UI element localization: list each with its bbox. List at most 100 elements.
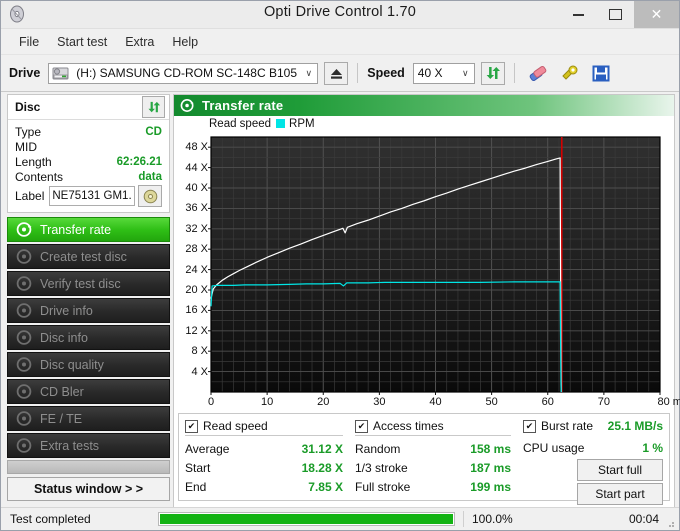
disc-refresh-button[interactable] <box>142 96 165 118</box>
value-random: 158 ms <box>470 441 511 456</box>
key-third-stroke: 1/3 stroke <box>355 460 408 475</box>
burst-rate-title: Burst rate <box>541 419 594 433</box>
disc-key-mid: MID <box>15 139 37 154</box>
results-panel: ✔ Read speed Average 31.12 X Start 18.28… <box>178 413 670 505</box>
y-axis-tick-label: 28 X <box>185 243 208 256</box>
disc-value-type: CD <box>145 125 162 138</box>
x-axis-tick-label: 20 <box>317 396 330 408</box>
sidebar-item-extra-tests[interactable]: Extra tests <box>7 433 170 458</box>
value-cpu-usage: 1 % <box>642 440 663 455</box>
disc-key-contents: Contents <box>15 169 64 184</box>
key-start: Start <box>185 460 211 475</box>
row-end: End 7.85 X <box>185 477 343 496</box>
legend-rpm: RPM <box>289 117 315 130</box>
menu-item-file[interactable]: File <box>10 32 48 52</box>
eraser-icon <box>529 65 547 81</box>
chart-legend: Read speed RPM <box>174 116 674 131</box>
section-header: Transfer rate <box>174 95 674 116</box>
sidebar-item-fe-te[interactable]: FE / TE <box>7 406 170 431</box>
disc-icon <box>16 383 33 400</box>
refresh-icon <box>486 66 500 79</box>
disc-icon <box>16 248 33 265</box>
row-third-stroke: 1/3 stroke 187 ms <box>355 458 511 477</box>
chevron-down-icon: ∨ <box>305 67 313 78</box>
drive-value: (H:) SAMSUNG CD-ROM SC-148C B105 <box>76 66 297 80</box>
start-part-button[interactable]: Start part <box>577 483 663 505</box>
close-button[interactable]: ✕ <box>634 1 679 28</box>
toolbar: Drive (H:) SAMSUNG CD-ROM SC-148C B105 ∨… <box>1 55 679 92</box>
status-bar: Test completed 100.0% 00:04 <box>1 507 679 530</box>
disc-label-row: Label NE75131 GM1. <box>15 185 162 207</box>
results-access-times: ✔ Access times Random 158 ms 1/3 stroke … <box>349 414 517 500</box>
value-start: 18.28 X <box>301 460 343 475</box>
sidebar-item-disc-info[interactable]: Disc info <box>7 325 170 350</box>
menu-item-start-test[interactable]: Start test <box>48 32 116 52</box>
disc-row-type: Type CD <box>15 124 162 139</box>
access-times-header: ✔ Access times <box>355 418 511 436</box>
disc-label-button[interactable] <box>138 185 162 207</box>
sidebar-item-verify-test-disc[interactable]: Verify test disc <box>7 271 170 296</box>
x-axis-tick-label: 70 <box>597 396 610 408</box>
disc-icon <box>180 98 195 113</box>
section-title: Transfer rate <box>202 98 284 113</box>
minimize-button[interactable] <box>560 1 597 28</box>
progress-bar-fill <box>160 514 453 524</box>
disc-label-input[interactable]: NE75131 GM1. <box>49 186 135 206</box>
sidebar-item-create-test-disc[interactable]: Create test disc <box>7 244 170 269</box>
disc-panel-header: Disc <box>8 95 169 120</box>
sidebar-item-label: Transfer rate <box>40 222 112 237</box>
burst-rate-header: ✔ Burst rate 25.1 MB/s <box>523 418 663 435</box>
disc-row-mid: MID <box>15 139 162 154</box>
read-speed-checkbox[interactable]: ✔ <box>185 419 198 433</box>
save-button[interactable] <box>588 62 614 85</box>
menu-item-help[interactable]: Help <box>163 32 207 52</box>
disc-icon <box>143 189 157 203</box>
sidebar-item-label: Verify test disc <box>40 276 121 291</box>
key-average: Average <box>185 441 230 456</box>
resize-grip-icon[interactable] <box>665 517 675 527</box>
start-full-button[interactable]: Start full <box>577 459 663 481</box>
status-window-button[interactable]: Status window > > <box>7 477 170 501</box>
sidebar-item-transfer-rate[interactable]: Transfer rate <box>7 217 170 242</box>
disc-icon <box>16 437 33 454</box>
x-axis-tick-label: 0 <box>207 396 215 408</box>
tools-icon <box>562 65 578 80</box>
window-buttons: ✕ <box>560 1 679 28</box>
value-full-stroke: 199 ms <box>470 479 511 494</box>
access-times-title: Access times <box>373 419 444 433</box>
progress-bar <box>158 512 455 526</box>
sidebar-item-cd-bler[interactable]: CD Bler <box>7 379 170 404</box>
disc-icon <box>16 329 33 346</box>
sidebar: Disc Type CD MID Length 62:26.21 Content… <box>7 94 170 511</box>
eject-button[interactable] <box>324 61 349 85</box>
y-axis-tick-label: 8 X <box>191 345 208 358</box>
sidebar-item-label: Extra tests <box>40 438 100 453</box>
erase-button[interactable] <box>524 62 550 85</box>
menu-item-extra[interactable]: Extra <box>116 32 163 52</box>
save-icon <box>592 65 610 81</box>
disc-panel-title: Disc <box>15 100 41 114</box>
drive-select[interactable]: (H:) SAMSUNG CD-ROM SC-148C B105 ∨ <box>48 62 319 84</box>
y-axis-tick-label: 48 X <box>185 141 208 154</box>
refresh-button[interactable] <box>480 61 505 85</box>
disc-row-contents: Contents data <box>15 169 162 184</box>
main-panel: Transfer rate Read speed RPM 4 X 8 X 12 X 1… <box>173 94 680 511</box>
tools-button[interactable] <box>556 62 582 85</box>
app-window: Opti Drive Control 1.70 ✕ File Start tes… <box>0 0 680 531</box>
x-axis-tick-label: 40 <box>429 396 442 408</box>
x-axis-tick-label: 50 <box>485 396 498 408</box>
sidebar-item-disc-quality[interactable]: Disc quality <box>7 352 170 377</box>
access-times-checkbox[interactable]: ✔ <box>355 419 368 433</box>
toolbar-separator-2 <box>513 63 515 83</box>
value-end: 7.85 X <box>308 479 343 494</box>
speed-select[interactable]: 40 X ∨ <box>412 62 475 84</box>
disc-icon <box>16 221 33 238</box>
refresh-icon <box>147 101 160 112</box>
disc-key-type: Type <box>15 124 42 139</box>
sidebar-item-label: FE / TE <box>40 411 83 426</box>
toolbar-separator-1 <box>357 63 359 83</box>
burst-rate-checkbox[interactable]: ✔ <box>523 419 536 433</box>
y-axis-tick-label: 20 X <box>185 284 208 296</box>
sidebar-item-drive-info[interactable]: Drive info <box>7 298 170 323</box>
maximize-button[interactable] <box>597 1 634 28</box>
